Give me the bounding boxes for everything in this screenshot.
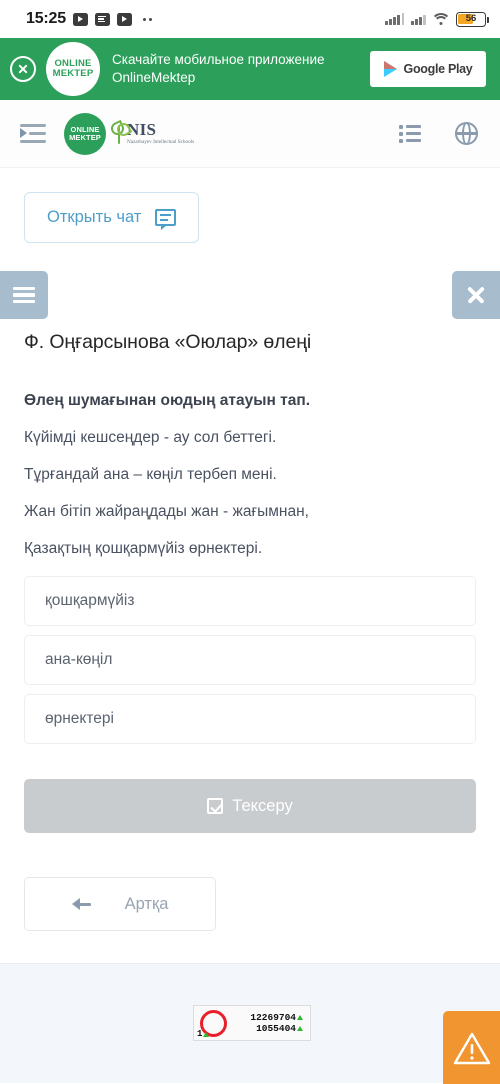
- quiz-menu-button[interactable]: [0, 271, 48, 319]
- answer-option[interactable]: қошқармүйіз: [24, 576, 476, 626]
- list-icon[interactable]: [399, 124, 421, 144]
- counter-value-total: 12269704: [250, 1012, 296, 1023]
- back-button-label: Артқа: [124, 894, 169, 913]
- visitor-counter-widget[interactable]: 12269704 1055404 1: [193, 1005, 311, 1041]
- signal-bars-icon-2: [411, 13, 426, 25]
- quiz-body: Ф. Оңғарсынова «Оюлар» өлеңі Өлең шумағы…: [0, 331, 500, 931]
- checkbox-checked-icon: [207, 798, 224, 814]
- battery-indicator: 56: [456, 11, 489, 27]
- nis-text: NIS Nazarbayev Intellectual Schools: [127, 121, 194, 146]
- logo-line-2: MEKTEP: [52, 68, 94, 79]
- counter-value-today: 1055404: [256, 1022, 296, 1034]
- more-dots-icon: [142, 17, 152, 21]
- up-triangle-icon: [297, 1015, 303, 1021]
- answer-options: қошқармүйіз ана-көңіл өрнектері: [24, 576, 476, 744]
- check-answer-label: Тексеру: [232, 796, 293, 815]
- poem-line: Күйімді кешсеңдер - ау сол беттегі.: [24, 429, 277, 446]
- nis-logo: NIS Nazarbayev Intellectual Schools: [108, 119, 194, 146]
- open-chat-button[interactable]: Открыть чат: [24, 192, 200, 243]
- onlinemektep-header-logo[interactable]: ONLINE MEKTEP: [64, 112, 106, 155]
- footer: 12269704 1055404 1: [0, 963, 500, 1084]
- quiz-toolbar: [0, 271, 500, 325]
- poem-line: Жан бітіп жайраңдады жан - жағымнан,: [24, 503, 309, 520]
- counter-row: 12269704: [250, 1013, 303, 1023]
- arrow-left-icon: [71, 897, 91, 911]
- report-problem-button[interactable]: [443, 1011, 500, 1084]
- wifi-icon: [431, 12, 451, 26]
- answer-option[interactable]: ана-көңіл: [24, 635, 476, 685]
- check-answer-button[interactable]: Тексеру: [24, 779, 476, 833]
- nis-name: NIS: [127, 119, 157, 139]
- poem-line: Қазақтың қошқармүйіз өрнектері.: [24, 540, 263, 557]
- question-prompt: Өлең шумағынан оюдың атауын тап.: [24, 392, 311, 409]
- answer-option[interactable]: өрнектері: [24, 694, 476, 744]
- google-play-icon: [383, 61, 397, 77]
- open-chat-label: Открыть чат: [47, 208, 142, 226]
- play-video-icon: [72, 12, 88, 26]
- quiz-card: Ф. Оңғарсынова «Оюлар» өлеңі Өлең шумағы…: [0, 271, 500, 989]
- chat-area: Открыть чат: [0, 168, 500, 271]
- om-logo-line-2: MEKTEP: [69, 132, 101, 142]
- play-video-icon-2: [116, 12, 132, 26]
- back-button[interactable]: Артқа: [24, 877, 216, 931]
- counter-values: 12269704 1055404: [227, 1013, 306, 1033]
- warning-triangle-icon: [453, 1032, 490, 1064]
- status-bar-right: 56: [385, 11, 489, 27]
- counter-value-online: 1: [197, 1029, 203, 1039]
- hamburger-icon: [13, 286, 35, 304]
- close-x-icon: [466, 285, 486, 305]
- google-play-button[interactable]: Google Play: [370, 51, 486, 87]
- nis-subtitle: Nazarbayev Intellectual Schools: [127, 138, 195, 145]
- page-title: Ф. Оңғарсынова «Оюлар» өлеңі: [24, 331, 312, 353]
- promo-banner: ONLINE MEKTEP Скачайте мобильное приложе…: [0, 38, 500, 100]
- counter-row: 1055404: [256, 1022, 303, 1034]
- status-bar: 15:25 56: [0, 0, 500, 38]
- chat-bubble-icon: [155, 209, 177, 230]
- promo-text: Скачайте мобильное приложение OnlineMekt…: [112, 51, 325, 85]
- counter-online-row: 1: [197, 1029, 210, 1039]
- indent-menu-icon[interactable]: [20, 124, 46, 143]
- quiz-close-button[interactable]: [452, 271, 500, 319]
- header-logos: ONLINE MEKTEP NIS Nazarbayev Intellectua…: [64, 112, 194, 155]
- battery-level: 56: [465, 13, 477, 25]
- document-icon: [94, 12, 110, 26]
- close-circle-icon[interactable]: [10, 56, 36, 82]
- app-header: ONLINE MEKTEP NIS Nazarbayev Intellectua…: [0, 100, 500, 168]
- onlinemektep-logo: ONLINE MEKTEP: [46, 42, 100, 96]
- sprout-icon: [108, 119, 133, 144]
- up-triangle-icon: [203, 1032, 210, 1037]
- globe-icon[interactable]: [454, 121, 479, 146]
- google-play-label: Google Play: [403, 62, 473, 76]
- poem-line: Тұрғандай ана – көңіл тербеп мені.: [24, 466, 277, 483]
- header-icon-group: [399, 121, 479, 146]
- signal-bars-icon: [385, 13, 405, 25]
- status-time: 15:25: [26, 10, 66, 27]
- up-triangle-icon: [297, 1025, 303, 1031]
- status-bar-left: 15:25: [26, 10, 152, 28]
